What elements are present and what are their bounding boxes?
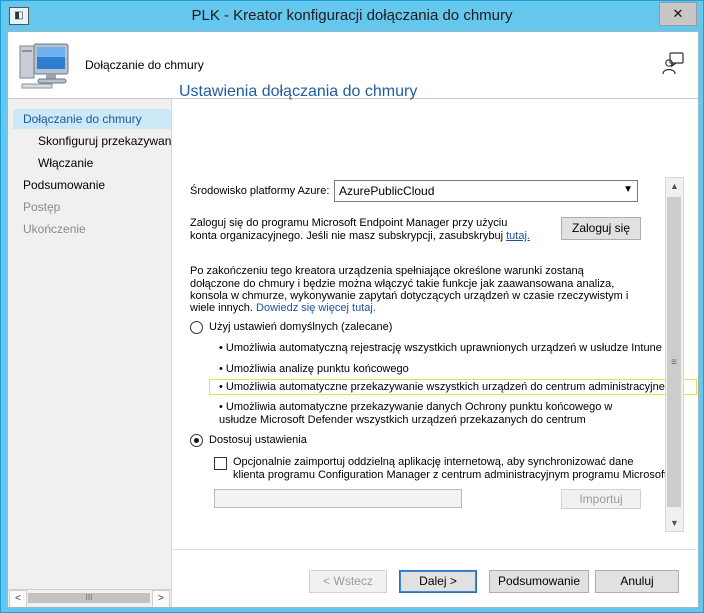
- wizard-client-area: Dołączanie do chmury Dołączanie do chmur…: [7, 31, 699, 608]
- back-button: < Wstecz: [309, 570, 387, 593]
- bullet-auto-upload: • Umożliwia automatyczne przekazywanie w…: [219, 381, 678, 393]
- bullet-intune-enrollment: • Umożliwia automatyczną rejestrację wsz…: [219, 342, 662, 354]
- checkbox-text-line-2: klienta programu Configuration Manager z…: [233, 469, 668, 481]
- signin-text-line-1: Zaloguj się do programu Microsoft Endpoi…: [190, 217, 508, 229]
- bullet-endpoint-analytics: • Umożliwia analizę punktu końcowego: [219, 363, 409, 375]
- nav-item-progress: Postęp: [23, 200, 61, 214]
- window-title: PLK - Kreator konfiguracji dołączania do…: [191, 7, 513, 24]
- close-button[interactable]: ✕: [659, 2, 697, 26]
- azure-env-value: AzurePublicCloud: [339, 184, 435, 198]
- page-title: Ustawienia dołączania do chmury: [179, 83, 418, 100]
- azure-env-label: Środowisko platformy Azure:: [190, 185, 330, 197]
- bullet-defender-upload-1: • Umożliwia automatyczne przekazywanie d…: [219, 401, 613, 413]
- scroll-grip-icon: ≡: [671, 357, 677, 368]
- nav-item-completion: Ukończenie: [23, 222, 86, 236]
- import-path-field: [214, 489, 462, 508]
- computer-icon: [19, 43, 69, 89]
- radio-default-label[interactable]: Użyj ustawień domyślnych (zalecane): [209, 321, 392, 333]
- radio-default-settings[interactable]: [190, 321, 203, 334]
- radio-custom-label[interactable]: Dostosuj ustawienia: [209, 434, 307, 446]
- description-line-2: dołączone do chmury i będzie można włącz…: [190, 278, 615, 290]
- description-line-4: wiele innych. Dowiedz się więcej tutaj.: [190, 302, 376, 314]
- import-button: Importuj: [561, 489, 641, 509]
- scroll-down-button[interactable]: ▼: [666, 515, 683, 531]
- scroll-up-button[interactable]: ▲: [666, 178, 683, 194]
- nav-item-configure-upload[interactable]: Skonfiguruj przekazywan: [38, 131, 171, 151]
- signin-button[interactable]: Zaloguj się: [561, 217, 641, 240]
- scroll-left-button[interactable]: <: [9, 590, 27, 607]
- summary-button[interactable]: Podsumowanie: [489, 570, 589, 593]
- scroll-right-button[interactable]: >: [152, 590, 170, 607]
- description-line-1: Po zakończeniu tego kreatora urządzenia …: [190, 265, 584, 277]
- checkbox-text-line-1: Opcjonalnie zaimportuj oddzielną aplikac…: [233, 456, 634, 468]
- scroll-thumb[interactable]: III: [28, 593, 150, 603]
- signin-text-2: konta organizacyjnego. Jeśli nie masz su…: [190, 230, 504, 242]
- vertical-scroll-thumb[interactable]: ≡: [667, 197, 681, 507]
- bullet-defender-upload-2: usłudze Microsoft Defender wszystkich ur…: [219, 414, 586, 426]
- subscribe-link[interactable]: tutaj.: [506, 230, 530, 242]
- nav-item-summary[interactable]: Podsumowanie: [23, 175, 105, 195]
- wizard-window: ◧ PLK - Kreator konfiguracji dołączania …: [0, 0, 704, 613]
- learn-more-link[interactable]: Dowiedz się więcej tutaj.: [256, 302, 376, 314]
- footer-divider: [171, 549, 697, 550]
- nav-item-cloud-attach[interactable]: Dołączanie do chmury: [13, 109, 171, 129]
- description-line-3: konsola w chmurze, wykonywanie zapytań d…: [190, 290, 629, 302]
- wizard-step-nav: Dołączanie do chmury Skonfiguruj przekaz…: [8, 99, 172, 607]
- next-button[interactable]: Dalej >: [399, 570, 477, 593]
- nav-item-enablement[interactable]: Włączanie: [38, 153, 93, 173]
- feedback-icon[interactable]: [662, 52, 684, 76]
- header-title: Dołączanie do chmury: [85, 58, 204, 72]
- title-bar[interactable]: ◧ PLK - Kreator konfiguracji dołączania …: [1, 1, 703, 31]
- signin-text-line-2: konta organizacyjnego. Jeśli nie masz su…: [190, 230, 530, 242]
- radio-custom-settings[interactable]: [190, 434, 203, 447]
- nav-horizontal-scrollbar[interactable]: < III >: [8, 589, 171, 607]
- description-text-4: wiele innych.: [190, 302, 253, 314]
- import-webapp-checkbox[interactable]: [214, 457, 227, 470]
- cancel-button[interactable]: Anuluj: [595, 570, 679, 593]
- content-vertical-scrollbar[interactable]: ▲ ≡ ▼: [665, 177, 684, 532]
- azure-env-select[interactable]: AzurePublicCloud ▼: [334, 180, 638, 202]
- chevron-down-icon: ▼: [623, 184, 633, 195]
